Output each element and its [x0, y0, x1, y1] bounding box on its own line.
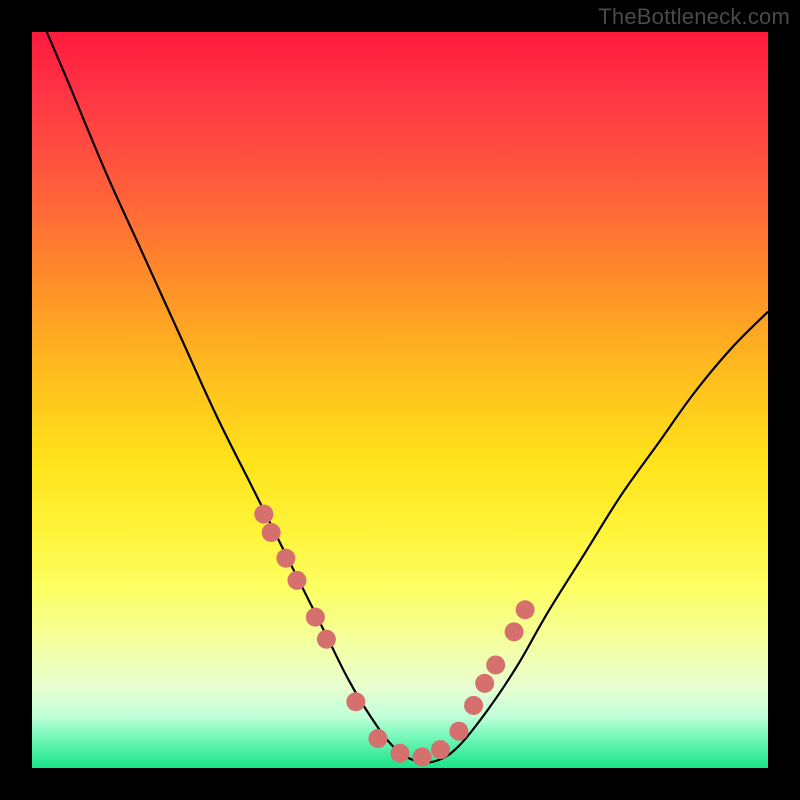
marker-dot: [486, 655, 505, 674]
bottleneck-curve: [47, 32, 768, 763]
plot-area: [32, 32, 768, 768]
marker-dot: [346, 692, 365, 711]
marker-dot: [449, 722, 468, 741]
marker-dot: [287, 571, 306, 590]
watermark-text: TheBottleneck.com: [598, 4, 790, 30]
marker-dot: [464, 696, 483, 715]
marker-dot: [262, 523, 281, 542]
marker-dot: [317, 630, 336, 649]
marker-dot: [413, 747, 432, 766]
marker-dot: [475, 674, 494, 693]
marker-dot: [254, 505, 273, 524]
marker-dot: [276, 549, 295, 568]
chart-svg: [32, 32, 768, 768]
marker-dot: [505, 622, 524, 641]
marker-dot: [431, 740, 450, 759]
marker-dot: [516, 600, 535, 619]
chart-frame: TheBottleneck.com: [0, 0, 800, 800]
marker-dots: [254, 505, 534, 767]
marker-dot: [368, 729, 387, 748]
marker-dot: [306, 608, 325, 627]
marker-dot: [391, 744, 410, 763]
